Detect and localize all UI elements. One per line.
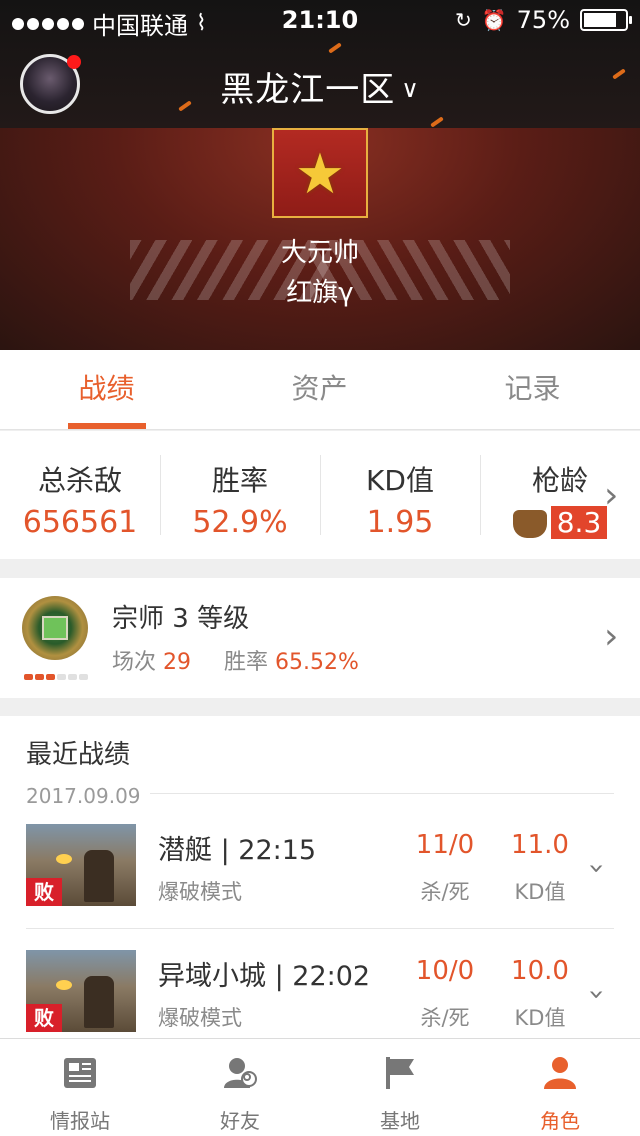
games-value: 29 xyxy=(163,650,192,675)
progress-segment xyxy=(35,674,44,680)
rank-name: 大元帅 xyxy=(280,238,359,268)
rank-winrate-label: 胜率 xyxy=(224,650,269,675)
progress-segment xyxy=(68,674,77,680)
tab-assets[interactable]: 资产 xyxy=(213,350,426,430)
rank-card[interactable]: 宗师 3 等级 场次 29 胜率 65.52% › xyxy=(0,578,640,698)
status-bar: 中国联通 ⌇ 21:10 ↻ ⏰ 75% xyxy=(0,0,640,40)
stat-winrate: 胜率 52.9% xyxy=(160,431,320,559)
kd-ratio: 11.0 xyxy=(511,830,569,860)
nav-item-character[interactable]: 角色 xyxy=(480,1039,640,1136)
chevron-down-icon[interactable]: › xyxy=(581,989,614,1000)
section-title: 最近战绩 xyxy=(26,740,131,770)
progress-segment xyxy=(24,674,33,680)
kill-death-label: 杀/死 xyxy=(420,1006,470,1030)
rank-badge: ★ xyxy=(272,128,368,218)
rank-title: 宗师 3 等级 xyxy=(112,604,250,634)
gun-age-value: 8.3 xyxy=(550,506,608,539)
match-date: 2017.09.09 xyxy=(26,784,141,808)
progress-segment xyxy=(57,674,66,680)
profile-hero: 中国联通 ⌇ 21:10 ↻ ⏰ 75% 黑龙江一区 ∨ ★ 大元帅 红旗γ xyxy=(0,0,640,350)
chevron-down-icon: ∨ xyxy=(401,75,420,103)
match-mode: 爆破模式 xyxy=(158,880,242,904)
nav-label: 角色 xyxy=(540,1109,580,1133)
alarm-icon: ⏰ xyxy=(481,8,507,32)
server-selector[interactable]: 黑龙江一区 ∨ xyxy=(0,62,640,111)
match-mode: 爆破模式 xyxy=(158,1006,242,1030)
soldier-figure xyxy=(84,976,114,1028)
stat-kills: 总杀敌 656561 xyxy=(0,431,160,559)
stat-label: 总杀敌 xyxy=(37,464,122,497)
match-map: 异域小城 | 22:02 xyxy=(158,961,371,992)
person-icon xyxy=(544,1057,576,1089)
match-row[interactable]: 败 异域小城 | 22:02 爆破模式 10/0 杀/死 10.0 KD值 › xyxy=(0,950,640,1038)
match-map: 潜艇 | 22:15 xyxy=(158,835,317,866)
nav-item-news[interactable]: 情报站 xyxy=(0,1039,160,1136)
kd-ratio-label: KD值 xyxy=(514,1006,566,1030)
rank-emblem-icon xyxy=(22,596,88,660)
stat-label: KD值 xyxy=(366,464,434,497)
flag-icon xyxy=(386,1057,414,1089)
pistol-icon xyxy=(512,509,547,538)
chevron-down-icon[interactable]: › xyxy=(581,863,614,874)
server-name: 黑龙江一区 xyxy=(220,70,396,110)
kd-ratio-label: KD值 xyxy=(514,880,566,904)
soldier-figure xyxy=(84,850,114,902)
kill-death: 10/0 xyxy=(415,956,475,986)
news-icon xyxy=(64,1058,96,1088)
battery-percent: 75% xyxy=(516,6,570,34)
bottom-nav: 情报站 好友 基地 角色 xyxy=(0,1038,640,1136)
divider xyxy=(150,793,614,794)
nav-item-friends[interactable]: 好友 xyxy=(160,1039,320,1136)
map-thumbnail: 败 xyxy=(26,950,136,1032)
tab-bar: 战绩 资产 记录 xyxy=(0,350,640,430)
muzzle-flash xyxy=(56,854,72,864)
nav-item-base[interactable]: 基地 xyxy=(320,1039,480,1136)
battery-icon xyxy=(580,9,632,31)
stats-summary[interactable]: 总杀敌 656561 胜率 52.9% KD值 1.95 枪龄 8.3 › xyxy=(0,431,640,559)
tab-stats[interactable]: 战绩 xyxy=(0,350,213,430)
stat-kd: KD值 1.95 xyxy=(320,431,480,559)
games-label: 场次 xyxy=(112,650,157,675)
nav-label: 基地 xyxy=(380,1109,420,1133)
kill-death: 11/0 xyxy=(415,830,475,860)
match-row[interactable]: 败 潜艇 | 22:15 爆破模式 11/0 杀/死 11.0 KD值 › xyxy=(0,824,640,944)
kill-death-label: 杀/死 xyxy=(420,880,470,904)
friends-icon xyxy=(224,1058,257,1088)
map-thumbnail: 败 xyxy=(26,824,136,906)
rank-emblem-core xyxy=(42,616,68,640)
star-icon: ★ xyxy=(294,142,346,207)
stat-label: 胜率 xyxy=(211,464,268,497)
progress-segment xyxy=(46,674,55,680)
stat-value: 1.95 xyxy=(366,505,434,540)
muzzle-flash xyxy=(56,980,72,990)
progress-segment xyxy=(79,674,88,680)
result-badge: 败 xyxy=(26,1004,62,1032)
nav-label: 好友 xyxy=(220,1109,260,1133)
result-badge: 败 xyxy=(26,878,62,906)
chevron-right-icon: › xyxy=(604,616,619,657)
rank-summary: 场次 29 胜率 65.52% xyxy=(112,644,385,676)
divider xyxy=(26,928,614,929)
rotation-lock-icon: ↻ xyxy=(454,8,472,32)
chevron-right-icon: › xyxy=(604,475,619,516)
nav-label: 情报站 xyxy=(50,1109,110,1133)
rank-progress xyxy=(24,674,88,680)
kd-ratio: 10.0 xyxy=(511,956,569,986)
stat-value: 656561 xyxy=(22,505,138,540)
stat-value: 52.9% xyxy=(192,505,288,540)
tab-indicator xyxy=(68,423,146,429)
recent-matches: 最近战绩 2017.09.09 败 潜艇 | 22:15 爆破模式 11/0 杀… xyxy=(0,716,640,1038)
tab-records[interactable]: 记录 xyxy=(426,350,639,430)
player-name: 红旗γ xyxy=(286,278,354,308)
rank-winrate-value: 65.52% xyxy=(275,650,359,675)
